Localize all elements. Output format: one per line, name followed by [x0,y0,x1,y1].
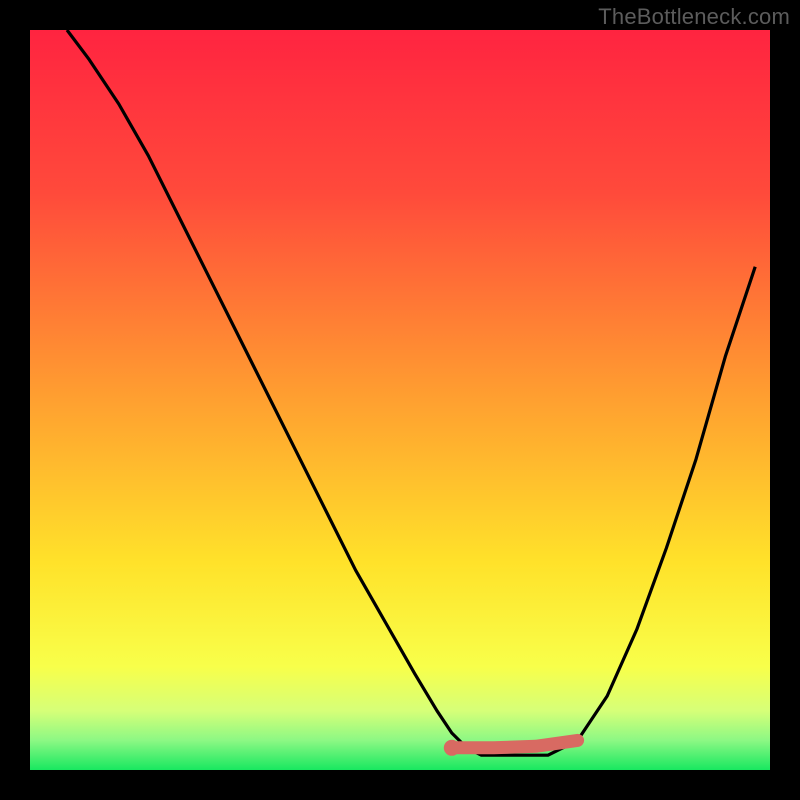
watermark: TheBottleneck.com [598,4,790,30]
stage: TheBottleneck.com [0,0,800,800]
highlight-band [452,740,578,747]
chart-area [30,30,770,770]
highlight-start-dot [444,740,460,756]
curve-line [67,30,755,755]
chart-svg [30,30,770,770]
